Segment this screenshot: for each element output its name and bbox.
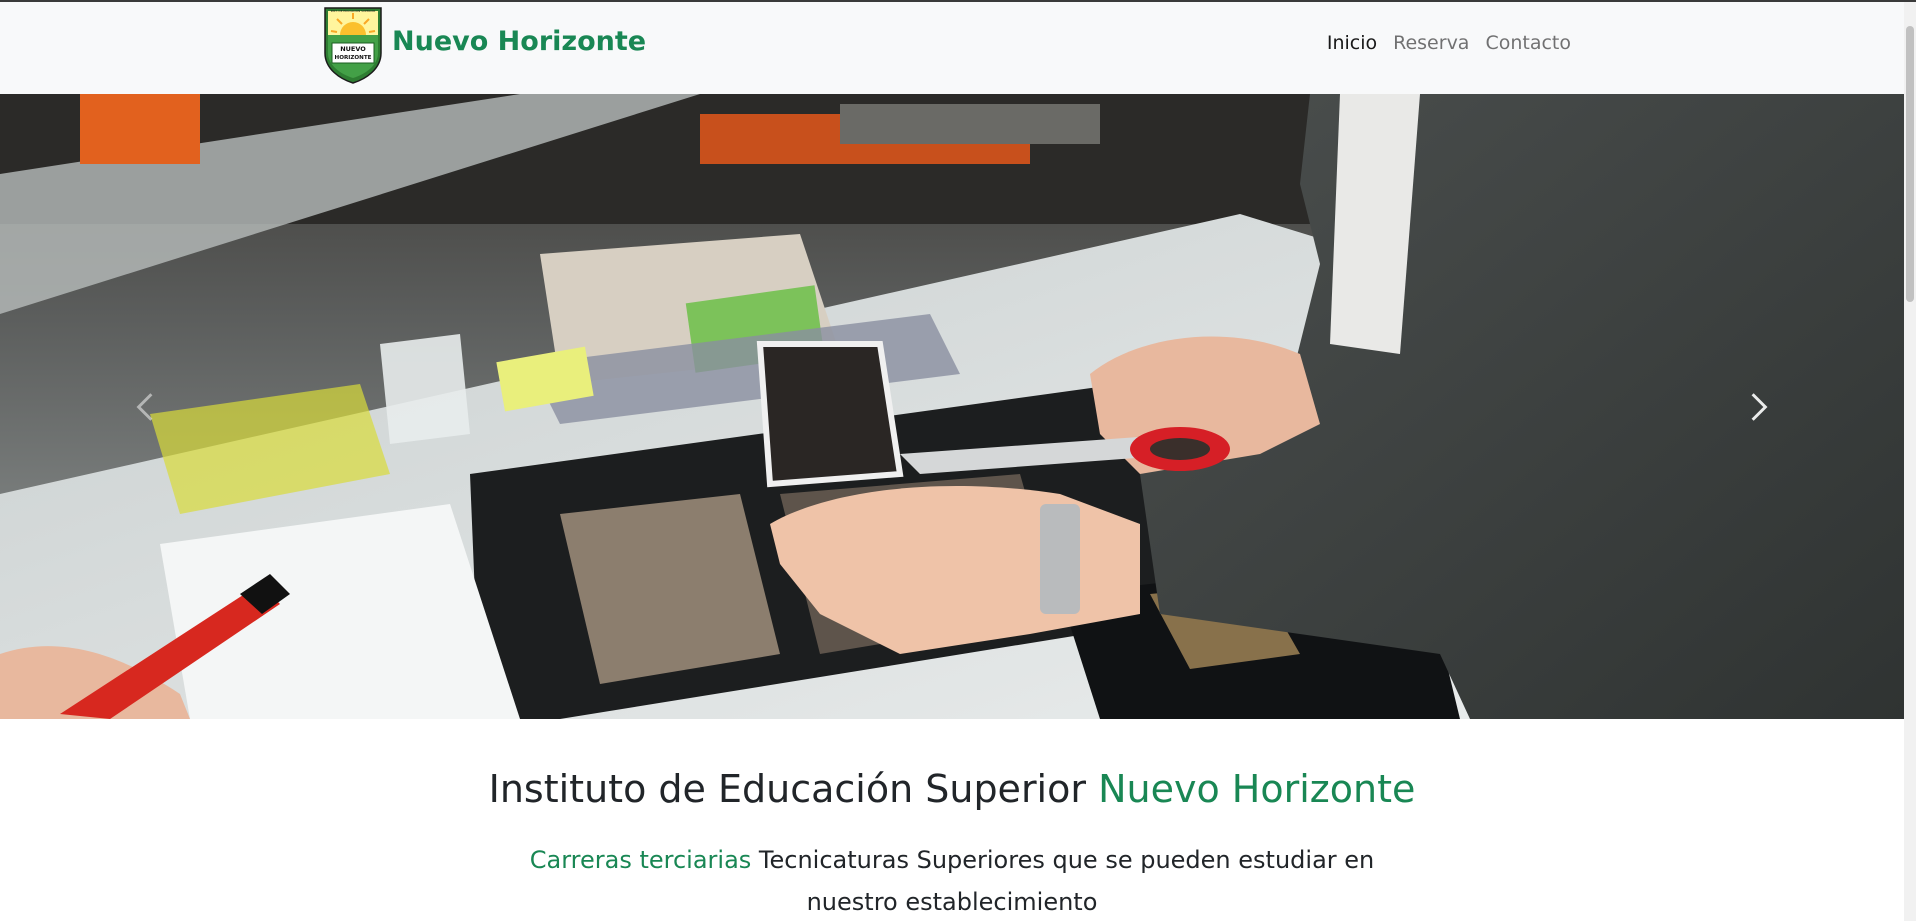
intro-lead: Carreras terciarias Tecnicaturas Superio… (502, 839, 1402, 921)
nav-link-contacto[interactable]: Contacto (1485, 32, 1571, 54)
page-title: Instituto de Educación Superior Nuevo Ho… (0, 767, 1904, 811)
brand-link[interactable]: NUEVO HORIZONTE INST. DE EDUCACION SUPER… (322, 4, 646, 86)
logo-text-top: INST. DE EDUCACION SUPERIOR (331, 9, 376, 13)
chevron-left-icon (136, 392, 153, 421)
carousel-next-button[interactable] (1614, 94, 1904, 719)
nav-links: Inicio Reserva Contacto (1327, 32, 1571, 54)
chevron-right-icon (1751, 392, 1768, 421)
logo-text-nuevo: NUEVO (340, 45, 366, 53)
lead-text: Tecnicaturas Superiores que se pueden es… (751, 846, 1375, 916)
nav-link-reserva[interactable]: Reserva (1393, 32, 1469, 54)
title-highlight: Nuevo Horizonte (1098, 767, 1416, 811)
navbar: NUEVO HORIZONTE INST. DE EDUCACION SUPER… (0, 2, 1904, 94)
scrollbar-thumb[interactable] (1906, 26, 1914, 302)
hero-carousel (0, 94, 1904, 719)
lead-highlight: Carreras terciarias (529, 846, 752, 874)
intro-section: Instituto de Educación Superior Nuevo Ho… (0, 719, 1904, 921)
institute-logo: NUEVO HORIZONTE INST. DE EDUCACION SUPER… (324, 7, 382, 84)
brand-name: Nuevo Horizonte (392, 25, 647, 57)
page-scrollbar[interactable] (1904, 2, 1916, 921)
nav-link-inicio[interactable]: Inicio (1327, 32, 1377, 54)
logo-text-horizonte: HORIZONTE (335, 55, 372, 61)
carousel-prev-button[interactable] (0, 94, 290, 719)
page: NUEVO HORIZONTE INST. DE EDUCACION SUPER… (0, 0, 1916, 921)
title-text: Instituto de Educación Superior (488, 767, 1099, 811)
